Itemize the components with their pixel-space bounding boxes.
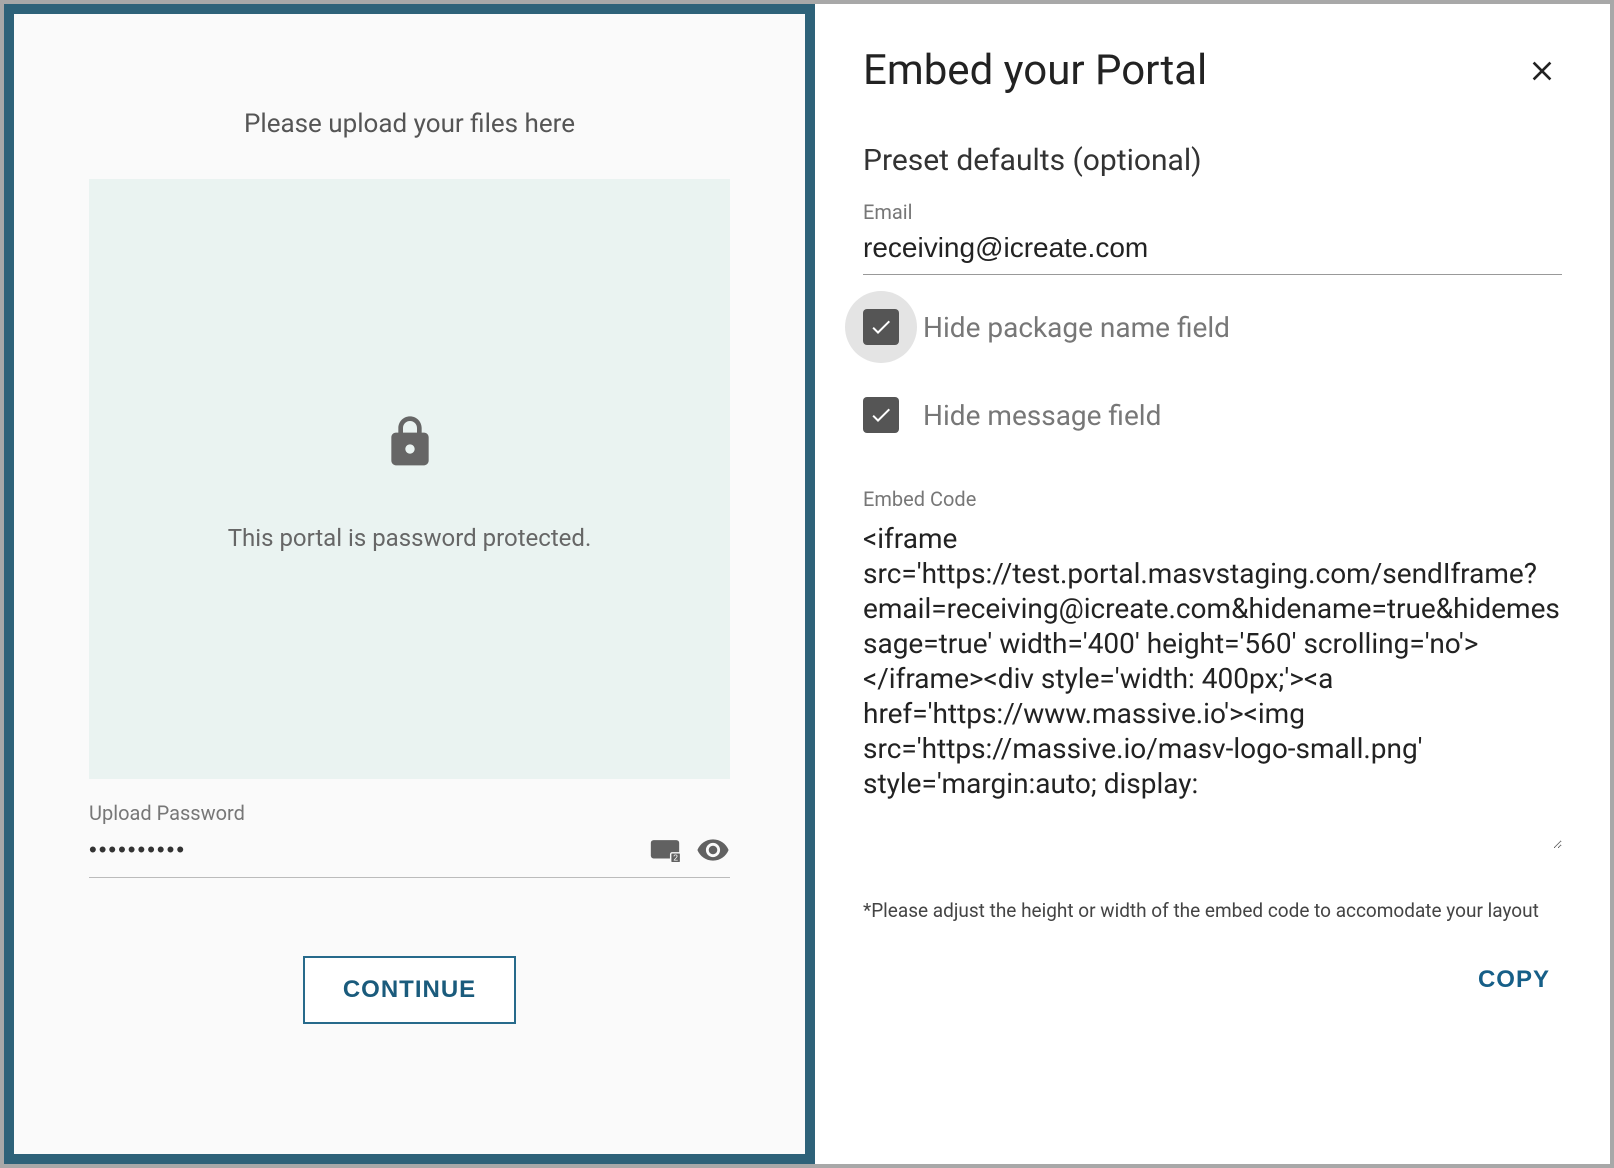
close-button[interactable] xyxy=(1522,51,1562,91)
hide-message-checkbox[interactable] xyxy=(863,397,899,433)
copy-button[interactable]: COPY xyxy=(1466,958,1562,1002)
embed-code-textarea[interactable] xyxy=(863,521,1562,849)
embed-title: Embed your Portal xyxy=(863,46,1207,95)
password-label: Upload Password xyxy=(89,801,730,825)
lock-icon xyxy=(382,406,438,482)
embed-panel: Embed your Portal Preset defaults (optio… xyxy=(815,4,1610,1164)
embed-note: *Please adjust the height or width of th… xyxy=(863,897,1562,926)
hide-name-checkbox[interactable] xyxy=(863,309,899,345)
upload-title: Please upload your files here xyxy=(89,109,730,139)
svg-text:2: 2 xyxy=(673,854,678,864)
password-input[interactable] xyxy=(89,831,634,869)
email-field[interactable] xyxy=(863,228,1562,275)
email-label: Email xyxy=(863,200,1562,224)
upload-portal-preview: Please upload your files here This porta… xyxy=(4,4,815,1164)
keyboard-icon[interactable]: 2 xyxy=(648,835,682,865)
protected-text: This portal is password protected. xyxy=(228,524,592,552)
continue-button[interactable]: CONTINUE xyxy=(303,956,516,1024)
embed-code-label: Embed Code xyxy=(863,487,1562,511)
hide-message-label: Hide message field xyxy=(923,399,1161,432)
preset-title: Preset defaults (optional) xyxy=(863,143,1562,178)
visibility-icon[interactable] xyxy=(696,835,730,865)
upload-dropzone[interactable]: This portal is password protected. xyxy=(89,179,730,779)
hide-name-label: Hide package name field xyxy=(923,311,1230,344)
